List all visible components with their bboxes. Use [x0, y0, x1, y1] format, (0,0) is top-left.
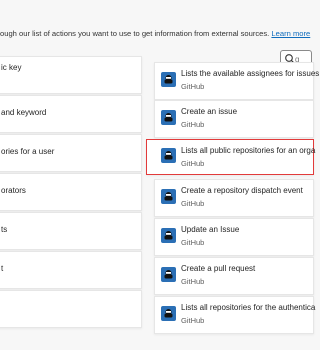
action-title: Lists the available assignees for issues: [181, 69, 320, 78]
connector-name: GitHub: [181, 199, 205, 208]
github-icon: [161, 110, 176, 125]
action-title: ories for a user: [1, 147, 55, 156]
action-title: Create a repository dispatch event: [181, 186, 303, 195]
learn-more-link[interactable]: Learn more: [271, 29, 310, 38]
connector-name: GitHub: [181, 277, 205, 286]
github-icon: [161, 228, 176, 243]
action-title: Lists all repositories for the authentic…: [181, 303, 316, 312]
action-card-selected[interactable]: Lists all public repositories for an org…: [146, 139, 316, 175]
action-title: Create a pull request: [181, 264, 256, 273]
description-text: ough our list of actions you want to use…: [0, 29, 270, 38]
action-card[interactable]: ic key: [0, 56, 142, 94]
github-icon: [161, 267, 176, 282]
action-title: Create an issue: [181, 107, 238, 116]
github-icon: [161, 148, 176, 163]
action-title: Update an Issue: [181, 225, 240, 234]
connector-name: GitHub: [181, 316, 205, 325]
connector-name: GitHub: [181, 120, 205, 129]
action-title: ic key: [1, 63, 22, 72]
action-title: orators: [1, 186, 26, 195]
action-card[interactable]: Create a repository dispatch event GitHu…: [154, 179, 314, 217]
action-card[interactable]: orators: [0, 173, 142, 211]
action-card[interactable]: t: [0, 251, 142, 289]
action-card[interactable]: Update an Issue GitHub: [154, 218, 314, 256]
action-card[interactable]: Create an issue GitHub: [154, 100, 314, 138]
action-card[interactable]: Lists all repositories for the authentic…: [154, 296, 316, 334]
connector-name: GitHub: [181, 82, 205, 91]
action-title: ts: [1, 225, 8, 234]
action-card[interactable]: and keyword: [0, 95, 142, 133]
connector-name: GitHub: [181, 238, 205, 247]
action-card[interactable]: Create a pull request GitHub: [154, 257, 314, 295]
github-icon: [161, 189, 176, 204]
action-card[interactable]: [0, 290, 142, 328]
action-card[interactable]: ories for a user: [0, 134, 142, 172]
actions-description: ough our list of actions you want to use…: [0, 29, 310, 38]
action-title: and keyword: [1, 108, 47, 117]
action-card[interactable]: Lists the available assignees for issues…: [154, 62, 319, 100]
github-icon: [161, 306, 176, 321]
github-icon: [161, 72, 176, 87]
action-card[interactable]: ts: [0, 212, 142, 250]
action-title: t: [1, 264, 4, 273]
connector-name: GitHub: [181, 159, 205, 168]
action-title: Lists all public repositories for an org…: [181, 146, 316, 155]
